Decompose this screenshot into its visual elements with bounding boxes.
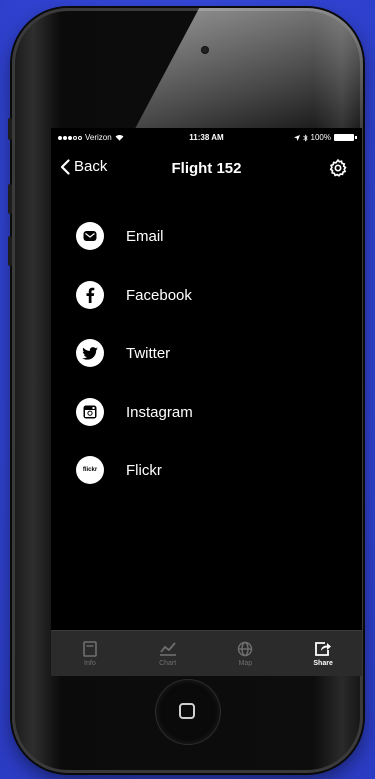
info-icon	[83, 641, 97, 657]
home-square-icon	[179, 703, 195, 719]
gear-icon[interactable]	[328, 158, 348, 178]
facebook-icon	[76, 281, 104, 309]
mute-switch	[8, 118, 12, 140]
phone-screen: Verizon 11:38 AM 100% Back Flight 152 Em…	[51, 128, 362, 676]
home-button[interactable]	[156, 680, 220, 744]
page-title: Flight 152	[171, 160, 242, 177]
tab-label-share: Share	[313, 660, 333, 667]
status-bar: Verizon 11:38 AM 100%	[51, 128, 362, 148]
share-item-twitter[interactable]: Twitter	[76, 339, 170, 367]
flickr-icon-text: flickr	[82, 467, 98, 473]
location-arrow-icon	[293, 134, 300, 141]
tab-info[interactable]: Info	[51, 631, 129, 676]
share-item-facebook[interactable]: Facebook	[76, 281, 192, 309]
share-label-facebook: Facebook	[126, 286, 192, 304]
volume-up-button	[8, 184, 12, 214]
envelope-icon	[76, 222, 104, 250]
share-icon	[315, 642, 332, 656]
twitter-icon	[76, 339, 104, 367]
tab-bar: Info Chart Map Share	[51, 630, 362, 676]
share-label-email: Email	[126, 227, 164, 245]
share-item-email[interactable]: Email	[76, 222, 164, 250]
phone-frame: Verizon 11:38 AM 100% Back Flight 152 Em…	[12, 8, 363, 773]
share-label-instagram: Instagram	[126, 403, 193, 421]
bluetooth-icon	[302, 133, 308, 142]
tab-label-info: Info	[84, 660, 96, 667]
share-item-flickr[interactable]: flickr Flickr	[76, 456, 162, 484]
tab-share[interactable]: Share	[284, 631, 362, 676]
instagram-icon	[76, 398, 104, 426]
tab-label-chart: Chart	[159, 660, 177, 667]
volume-down-button	[8, 236, 12, 266]
share-label-flickr: Flickr	[126, 461, 162, 479]
navigation-bar: Back Flight 152	[51, 148, 362, 192]
globe-icon	[238, 641, 253, 657]
flickr-icon: flickr	[76, 456, 104, 484]
share-item-instagram[interactable]: Instagram	[76, 398, 193, 426]
chart-icon	[159, 642, 176, 656]
tab-map[interactable]: Map	[207, 631, 285, 676]
share-label-twitter: Twitter	[126, 344, 171, 362]
status-right: 100%	[293, 133, 357, 142]
battery-percentage: 100%	[310, 133, 331, 142]
tab-chart[interactable]: Chart	[129, 631, 207, 676]
tab-label-map: Map	[238, 660, 253, 667]
battery-icon	[334, 134, 357, 141]
front-camera	[201, 46, 209, 54]
